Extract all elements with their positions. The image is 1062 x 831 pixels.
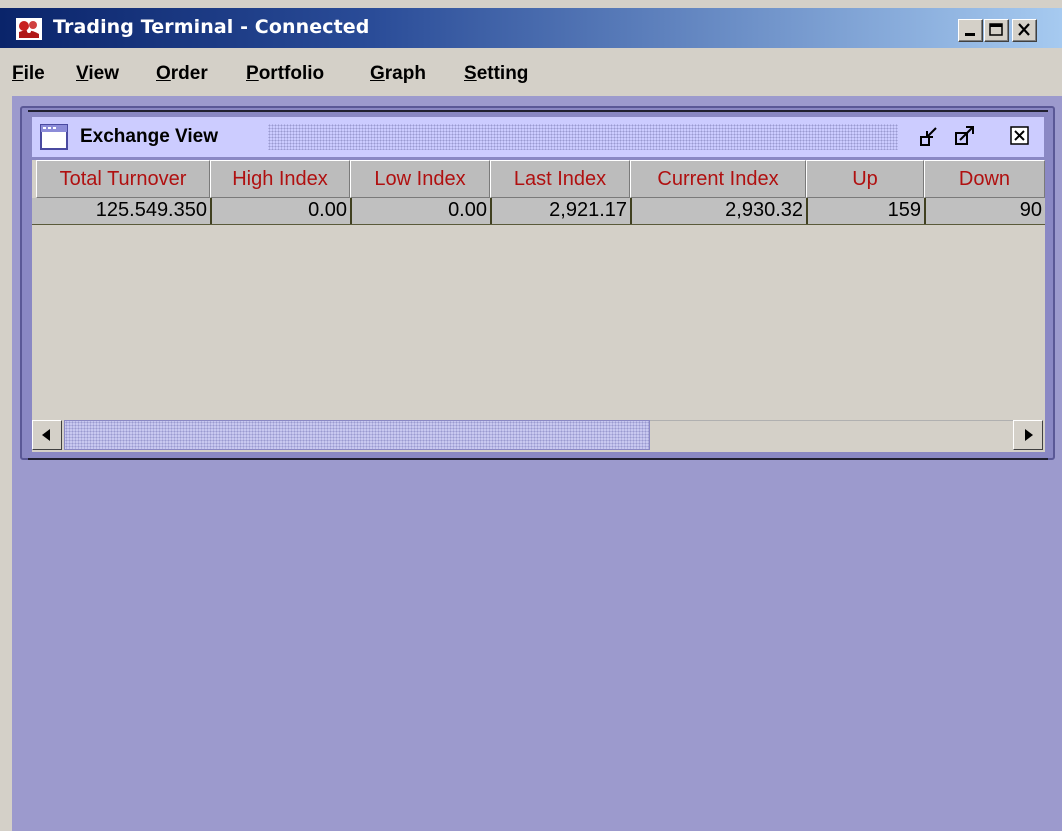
table-cell[interactable]: 0.00 [212, 198, 352, 224]
table-cell[interactable]: 125.549.350 [32, 198, 212, 224]
table-cell[interactable]: 90 [926, 198, 1045, 224]
scroll-track[interactable] [650, 420, 1013, 451]
titlebar-grip [268, 124, 898, 150]
minimize-icon [965, 33, 975, 36]
iconify-button[interactable] [916, 123, 944, 149]
exchange-table: Total Turnover High Index Low Index Last… [32, 160, 1045, 418]
table-cell[interactable]: 0.00 [352, 198, 492, 224]
menu-view[interactable]: View [76, 63, 119, 85]
trading-terminal-logo-icon [16, 18, 42, 40]
exchange-view-titlebar[interactable]: Exchange View [32, 117, 1044, 157]
column-header[interactable]: Down [924, 160, 1045, 198]
scroll-left-button[interactable] [32, 420, 62, 450]
minimize-button[interactable] [958, 19, 983, 42]
column-header[interactable]: Current Index [630, 160, 806, 198]
arrow-left-icon [42, 429, 50, 441]
frame-maximize-button[interactable] [952, 123, 980, 149]
table-row[interactable]: 125.549.350 0.00 0.00 2,921.17 2,930.32 … [32, 198, 1045, 225]
frame-close-button[interactable] [1006, 123, 1034, 149]
column-header[interactable]: High Index [210, 160, 350, 198]
menu-order[interactable]: Order [156, 63, 208, 85]
column-header[interactable]: Last Index [490, 160, 630, 198]
column-header[interactable]: Total Turnover [36, 160, 210, 198]
table-header: Total Turnover High Index Low Index Last… [32, 160, 1045, 198]
window-titlebar[interactable]: Trading Terminal - Connected [0, 8, 1062, 48]
frame-bottom-border [28, 458, 1048, 460]
table-cell[interactable]: 159 [808, 198, 926, 224]
iconify-icon [920, 127, 937, 146]
maximize-icon [955, 126, 974, 145]
menu-portfolio[interactable]: Portfolio [246, 63, 324, 85]
menu-file[interactable]: File [12, 63, 45, 85]
maximize-icon [989, 23, 1003, 36]
arrow-right-icon [1025, 429, 1033, 441]
scroll-thumb[interactable] [64, 420, 650, 450]
table-cell[interactable]: 2,930.32 [632, 198, 808, 224]
scroll-right-button[interactable] [1013, 420, 1043, 450]
close-button[interactable] [1012, 19, 1037, 42]
close-icon [1018, 23, 1030, 36]
menu-setting[interactable]: Setting [464, 63, 528, 85]
menubar: File View Order Portfolio Graph Setting [0, 48, 1062, 96]
window-title: Trading Terminal - Connected [53, 16, 370, 38]
exchange-view-title: Exchange View [80, 126, 218, 147]
window-frame-icon [40, 124, 68, 150]
frame-top-border [28, 110, 1048, 112]
horizontal-scrollbar[interactable] [32, 418, 1045, 452]
table-cell[interactable]: 2,921.17 [492, 198, 632, 224]
column-header[interactable]: Up [806, 160, 924, 198]
column-header[interactable]: Low Index [350, 160, 490, 198]
close-icon [1010, 126, 1029, 145]
menu-graph[interactable]: Graph [370, 63, 426, 85]
maximize-button[interactable] [984, 19, 1009, 42]
